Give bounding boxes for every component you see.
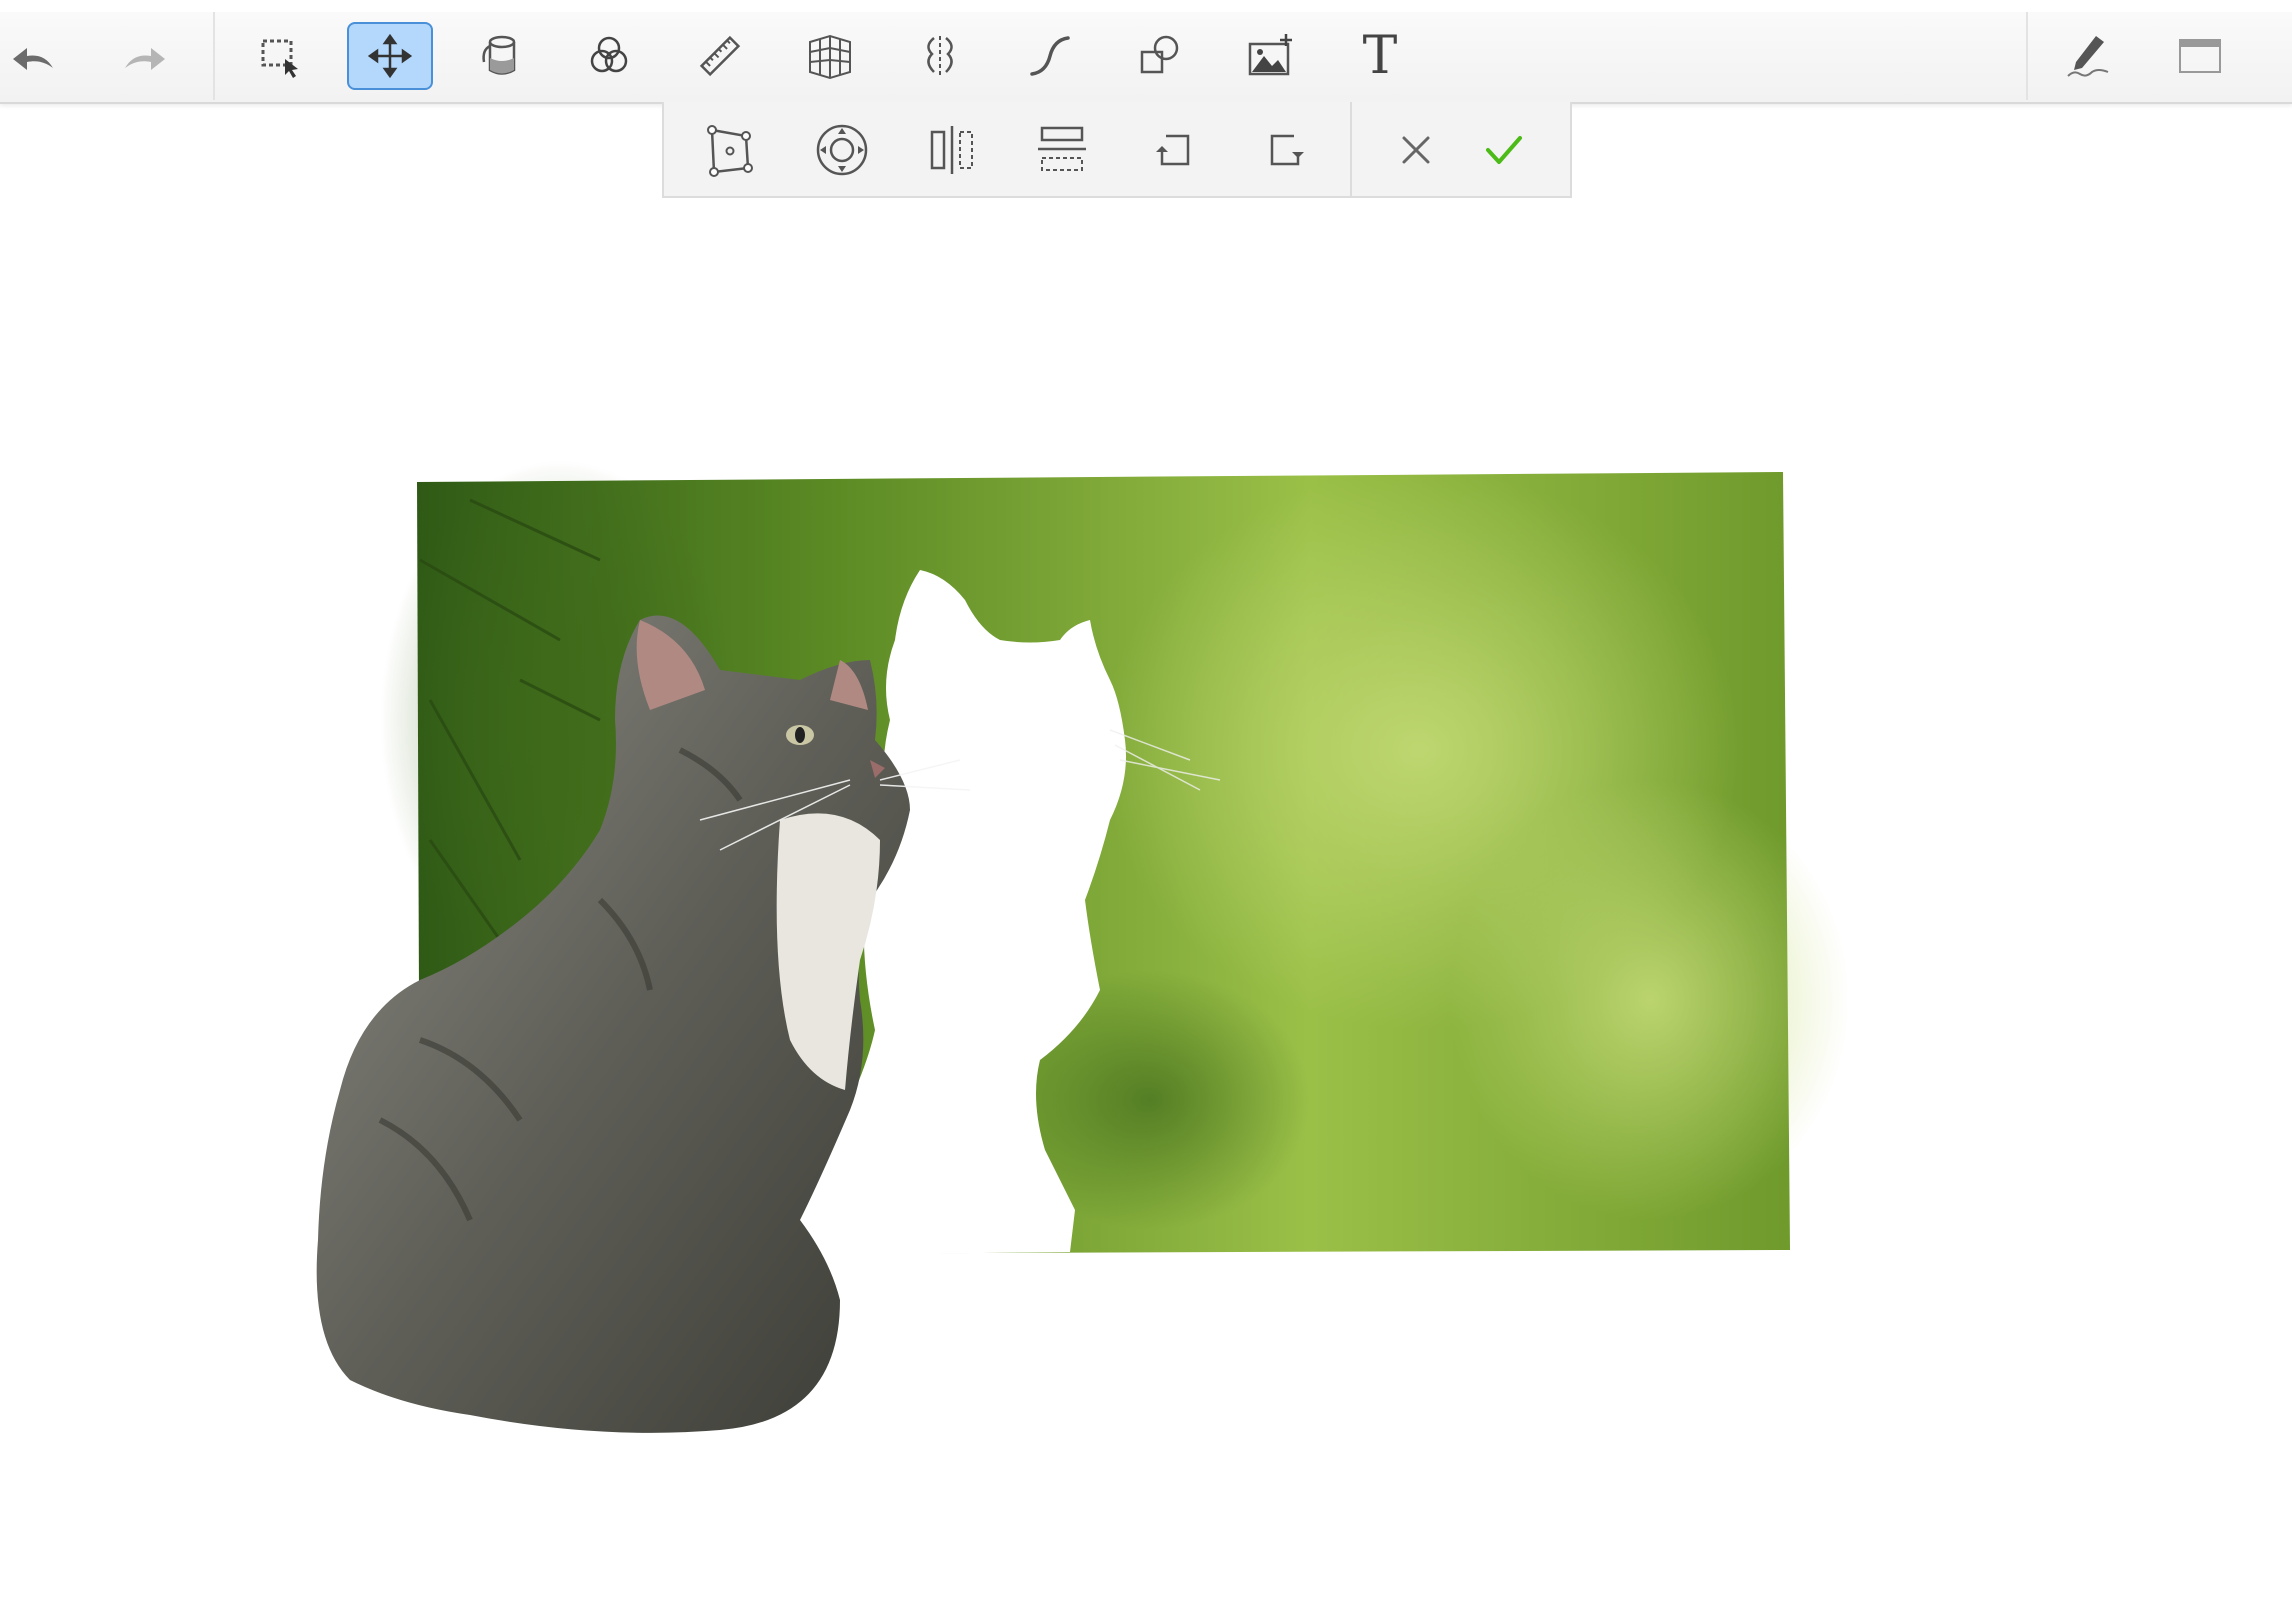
confirm-transform-button[interactable] <box>1464 114 1544 186</box>
flip-vertical-button[interactable] <box>1022 114 1102 186</box>
symmetry-tool-button[interactable] <box>897 22 983 90</box>
kitten-photo[interactable] <box>0 200 2292 1614</box>
flip-vertical-icon <box>1038 126 1086 171</box>
move-icon <box>367 33 413 79</box>
pen-signature-icon <box>2067 36 2109 77</box>
curve-tool-button[interactable] <box>1007 22 1093 90</box>
ruler-icon <box>699 35 741 77</box>
add-image-icon <box>1248 34 1292 76</box>
cancel-transform-button[interactable] <box>1376 114 1456 186</box>
rotate-right-icon <box>1270 134 1304 166</box>
drawing-canvas[interactable] <box>0 200 2292 1614</box>
toolbar-divider-right <box>2026 12 2028 100</box>
toolbar-top-strip <box>0 0 2292 12</box>
rotate-left-icon <box>1156 134 1190 166</box>
free-transform-icon <box>707 125 753 177</box>
free-transform-button[interactable] <box>690 114 770 186</box>
window-mode-button[interactable] <box>2157 22 2243 90</box>
redo-icon <box>125 48 165 70</box>
transform-toolbar <box>662 102 1572 198</box>
window-icon <box>2179 39 2221 73</box>
redo-button[interactable] <box>100 22 186 90</box>
move-tool-button[interactable] <box>347 22 433 90</box>
curve-icon <box>1030 36 1070 76</box>
paint-bucket-icon <box>482 35 516 75</box>
selection-tool-button[interactable] <box>237 22 323 90</box>
pen-tool-button[interactable] <box>2045 22 2131 90</box>
rotate-dial-icon <box>816 124 868 176</box>
selection-icon <box>261 39 298 78</box>
perspective-grid-icon <box>809 34 851 80</box>
text-icon: T <box>1362 26 1398 86</box>
symmetry-icon <box>927 36 953 76</box>
blend-tool-button[interactable] <box>566 22 652 90</box>
undo-icon <box>13 48 53 70</box>
shapes-tool-button[interactable] <box>1117 22 1203 90</box>
add-image-tool-button[interactable] <box>1227 22 1313 90</box>
flip-horizontal-icon <box>930 126 973 174</box>
text-tool-button[interactable]: T <box>1337 22 1423 90</box>
flip-horizontal-button[interactable] <box>912 114 992 186</box>
blend-circles-icon <box>590 36 628 73</box>
toolbar-divider <box>213 12 215 100</box>
rotate-right-button[interactable] <box>1246 114 1326 186</box>
rotate-left-button[interactable] <box>1134 114 1214 186</box>
fill-tool-button[interactable] <box>457 22 543 90</box>
transform-toolbar-divider <box>1350 102 1352 196</box>
shapes-icon <box>1140 35 1179 74</box>
main-toolbar: T <box>0 0 2292 104</box>
perspective-tool-button[interactable] <box>787 22 873 90</box>
rotate-dial-button[interactable] <box>802 114 882 186</box>
checkmark-icon <box>1486 136 1522 164</box>
undo-button[interactable] <box>0 22 78 90</box>
ruler-tool-button[interactable] <box>677 22 763 90</box>
close-icon <box>1402 136 1430 164</box>
